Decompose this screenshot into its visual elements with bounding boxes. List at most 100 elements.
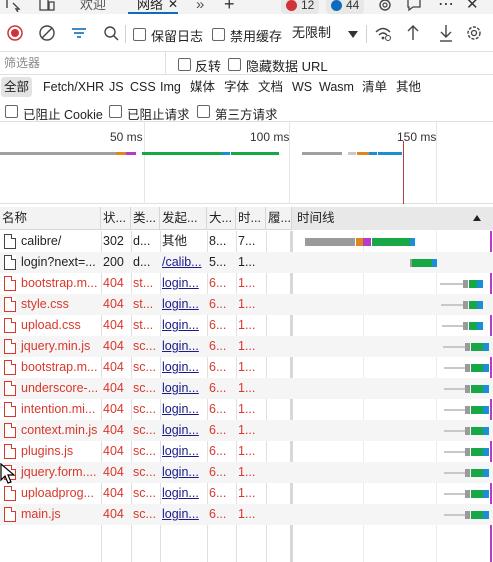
request-name[interactable]: upload.css bbox=[19, 315, 101, 336]
request-status: 404 bbox=[103, 360, 124, 374]
column-fulfilled-by[interactable]: 履... bbox=[266, 207, 292, 230]
request-name[interactable]: context.min.js bbox=[19, 420, 101, 441]
type-wasm[interactable]: Wasm bbox=[316, 77, 357, 97]
import-har-icon[interactable] bbox=[405, 23, 421, 43]
tab-welcome[interactable]: 欢迎 bbox=[80, 0, 106, 14]
hide-data-urls-checkbox[interactable] bbox=[228, 57, 241, 72]
document-icon bbox=[4, 297, 16, 312]
network-overview[interactable]: 50 ms 100 ms 150 ms bbox=[0, 122, 493, 204]
request-initiator[interactable]: login... bbox=[160, 420, 207, 441]
add-tab-icon[interactable]: + bbox=[224, 0, 235, 14]
table-row[interactable]: underscore-... 404 sc... login... 6... 1... bbox=[0, 378, 493, 399]
table-row[interactable]: jquery.form.... 404 sc... login... 6... 1... bbox=[0, 462, 493, 483]
request-initiator[interactable]: login... bbox=[160, 483, 207, 504]
table-row[interactable]: context.min.js 404 sc... login... 6... 1... bbox=[0, 420, 493, 441]
close-devtools-icon[interactable]: ✕ bbox=[466, 0, 479, 14]
request-initiator[interactable]: login... bbox=[160, 441, 207, 462]
table-row[interactable]: bootstrap.m... 404 st... login... 6... 1... bbox=[0, 273, 493, 294]
type-fetch-xhr[interactable]: Fetch/XHR bbox=[40, 77, 107, 97]
request-name[interactable]: style.css bbox=[19, 294, 101, 315]
request-name[interactable]: uploadprog... bbox=[19, 483, 101, 504]
type-ws[interactable]: WS bbox=[289, 77, 315, 97]
request-name[interactable]: jquery.min.js bbox=[19, 336, 101, 357]
third-party-checkbox[interactable] bbox=[197, 104, 210, 119]
request-name[interactable]: main.js bbox=[19, 504, 101, 525]
record-stop-icon[interactable] bbox=[6, 23, 24, 43]
overview-bar-stalled bbox=[0, 152, 116, 155]
request-type: d... bbox=[133, 234, 151, 248]
table-row[interactable]: style.css 404 st... login... 6... 1... bbox=[0, 294, 493, 315]
column-initiator[interactable]: 发起... bbox=[160, 207, 207, 230]
search-icon[interactable] bbox=[102, 23, 120, 43]
request-name[interactable]: calibre/ bbox=[19, 231, 101, 252]
request-name[interactable]: underscore-... bbox=[19, 378, 101, 399]
network-conditions-icon[interactable] bbox=[373, 23, 393, 43]
table-row[interactable]: bootstrap.m... 404 sc... login... 6... 1... bbox=[0, 357, 493, 378]
type-img[interactable]: Img bbox=[157, 77, 184, 97]
type-doc[interactable]: 文档 bbox=[255, 77, 286, 97]
request-initiator[interactable]: login... bbox=[160, 399, 207, 420]
request-name[interactable]: login?next=... bbox=[19, 252, 101, 273]
chevron-down-icon[interactable] bbox=[348, 31, 358, 39]
request-initiator[interactable]: login... bbox=[160, 294, 207, 315]
waterfall-stalled bbox=[465, 343, 470, 351]
clear-icon[interactable] bbox=[38, 23, 56, 43]
request-name[interactable]: bootstrap.m... bbox=[19, 273, 101, 294]
disable-cache-label: 禁用缓存 bbox=[230, 29, 283, 44]
table-row[interactable]: plugins.js 404 sc... login... 6... 1... bbox=[0, 441, 493, 462]
blocked-cookies-checkbox[interactable] bbox=[5, 104, 18, 119]
invert-checkbox[interactable] bbox=[178, 57, 191, 72]
export-har-icon[interactable] bbox=[438, 23, 454, 43]
column-name[interactable]: 名称 bbox=[0, 207, 101, 230]
request-initiator[interactable]: login... bbox=[160, 336, 207, 357]
message-count-badge[interactable]: 44 bbox=[326, 0, 365, 14]
request-initiator[interactable]: login... bbox=[160, 273, 207, 294]
device-emulation-icon[interactable] bbox=[39, 0, 55, 12]
request-initiator[interactable]: /calib... bbox=[160, 252, 207, 273]
table-row[interactable]: upload.css 404 st... login... 6... 1... bbox=[0, 315, 493, 336]
type-font[interactable]: 字体 bbox=[221, 77, 252, 97]
request-initiator[interactable]: login... bbox=[160, 504, 207, 525]
table-row[interactable]: login?next=... 200 d... /calib... 5... 1... bbox=[0, 252, 493, 273]
table-row[interactable]: intention.mi... 404 sc... login... 6... 1... bbox=[0, 399, 493, 420]
request-name[interactable]: plugins.js bbox=[19, 441, 101, 462]
blocked-requests-checkbox[interactable] bbox=[109, 104, 122, 119]
error-count-badge[interactable]: 12 bbox=[281, 0, 320, 14]
waterfall-stalled bbox=[465, 364, 470, 372]
network-settings-gear-icon[interactable] bbox=[464, 23, 484, 43]
settings-gear-icon[interactable] bbox=[377, 0, 393, 13]
type-manifest[interactable]: 清单 bbox=[359, 77, 390, 97]
column-waterfall[interactable]: 时间线 bbox=[292, 207, 493, 230]
feedback-icon[interactable] bbox=[406, 0, 422, 13]
table-row[interactable]: main.js 404 sc... login... 6... 1... bbox=[0, 504, 493, 525]
type-all[interactable]: 全部 bbox=[1, 77, 33, 97]
more-tabs-icon[interactable]: » bbox=[196, 0, 204, 14]
request-name[interactable]: jquery.form.... bbox=[19, 462, 101, 483]
filter-input[interactable]: 筛选器 bbox=[0, 52, 166, 74]
type-css[interactable]: CSS bbox=[127, 77, 159, 97]
request-name[interactable]: intention.mi... bbox=[19, 399, 101, 420]
table-row[interactable]: jquery.min.js 404 sc... login... 6... 1... bbox=[0, 336, 493, 357]
filter-icon[interactable] bbox=[70, 23, 88, 43]
table-row[interactable]: uploadprog... 404 sc... login... 6... 1... bbox=[0, 483, 493, 504]
request-initiator[interactable]: login... bbox=[160, 357, 207, 378]
waterfall-download bbox=[483, 448, 489, 456]
more-menu-icon[interactable]: ⋯ bbox=[438, 0, 454, 14]
type-other[interactable]: 其他 bbox=[393, 77, 424, 97]
sort-ascending-icon bbox=[473, 215, 481, 221]
request-name[interactable]: bootstrap.m... bbox=[19, 357, 101, 378]
column-type[interactable]: 类... bbox=[131, 207, 160, 230]
table-row[interactable]: calibre/302 d... 其他 8... 7... bbox=[0, 231, 493, 252]
type-js[interactable]: JS bbox=[106, 77, 127, 97]
preserve-log-checkbox[interactable] bbox=[133, 27, 146, 47]
request-initiator[interactable]: login... bbox=[160, 315, 207, 336]
disable-cache-checkbox[interactable] bbox=[212, 27, 225, 47]
column-size[interactable]: 大... bbox=[207, 207, 236, 230]
inspect-element-icon[interactable] bbox=[6, 0, 22, 12]
column-time[interactable]: 时... bbox=[236, 207, 266, 230]
column-status[interactable]: 状... bbox=[101, 207, 131, 230]
request-initiator[interactable]: login... bbox=[160, 462, 207, 483]
type-media[interactable]: 媒体 bbox=[187, 77, 218, 97]
request-initiator[interactable]: login... bbox=[160, 378, 207, 399]
request-time: 1... bbox=[238, 444, 256, 458]
